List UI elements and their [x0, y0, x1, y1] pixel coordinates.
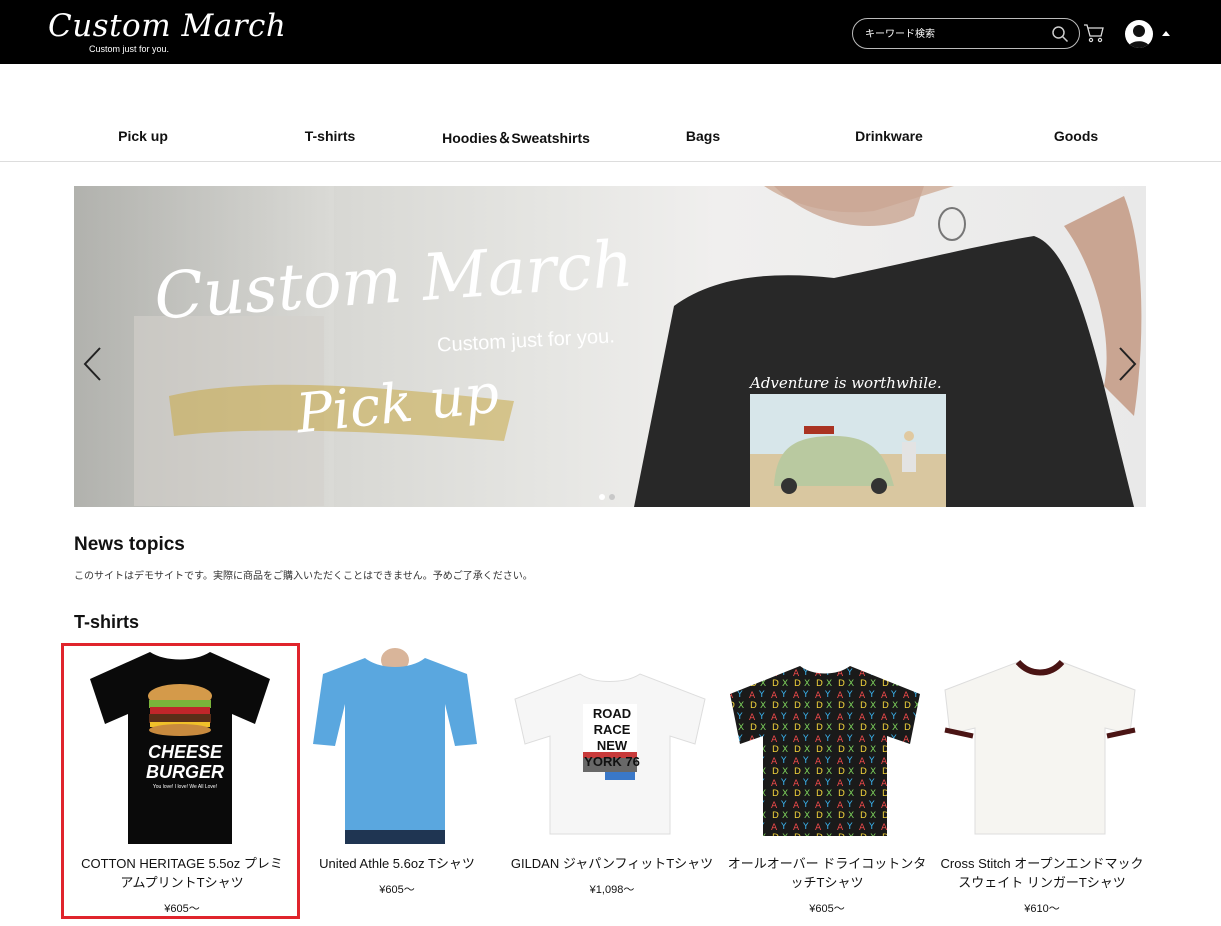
product-image: [944, 659, 1136, 835]
site-logo[interactable]: Custom March Custom just for you.: [48, 8, 286, 56]
site-header: Custom March Custom just for you.: [0, 0, 1221, 64]
search-icon[interactable]: [1051, 25, 1069, 43]
product-name[interactable]: Cross Stitch オープンエンドマックスウェイト リンガーTシャツ: [937, 854, 1147, 892]
nav-item-goods[interactable]: Goods: [1054, 128, 1098, 144]
carousel-next-icon[interactable]: [1116, 346, 1138, 382]
nav-item-pickup[interactable]: Pick up: [118, 128, 168, 144]
product-card[interactable]: A Y D X オールオーバー ドライコットンタッチTシャツ ¥605～: [722, 644, 932, 916]
cart-icon[interactable]: [1083, 22, 1105, 44]
user-avatar[interactable]: [1125, 20, 1153, 48]
carousel-dot-1[interactable]: [599, 494, 605, 500]
product-price: ¥605～: [809, 903, 845, 915]
product-card[interactable]: United Athle 5.6oz Tシャツ ¥605～: [292, 644, 502, 916]
nav-item-tshirts[interactable]: T-shirts: [305, 128, 356, 144]
search-input[interactable]: [865, 25, 1045, 43]
news-text: このサイトはデモサイトです。実際に商品をご購入いただくことはできません。予めご了…: [74, 571, 533, 582]
product-image: [313, 648, 477, 844]
nav-item-hoodies[interactable]: Hoodies＆Sweatshirts: [442, 128, 590, 148]
carousel-dots: [599, 487, 619, 505]
product-name[interactable]: United Athle 5.6oz Tシャツ: [292, 854, 502, 873]
product-card[interactable]: ROAD RACE NEW YORK 76 GILDAN ジャパンフィットTシャ…: [507, 644, 717, 916]
logo-tagline: Custom just for you.: [89, 44, 170, 54]
tshirts-heading: T-shirts: [74, 612, 140, 632]
product-name[interactable]: GILDAN ジャパンフィットTシャツ: [507, 854, 717, 873]
search-box: [852, 18, 1080, 49]
product-image: A Y D X: [730, 666, 920, 836]
news-heading: News topics: [74, 534, 185, 555]
user-icon: [1128, 25, 1150, 48]
nav-divider: [0, 161, 1221, 162]
product-price: ¥605～: [379, 884, 415, 896]
hero-carousel: Custom March Custom just for you. Pick u…: [74, 186, 1146, 507]
product-price: ¥1,098～: [589, 884, 635, 896]
selected-product-highlight: [61, 643, 300, 919]
product-price: ¥610～: [1024, 903, 1060, 915]
carousel-prev-icon[interactable]: [82, 346, 104, 382]
user-menu-caret-icon[interactable]: [1162, 31, 1170, 36]
product-print-text: ROAD RACE NEW YORK 76: [584, 706, 640, 769]
product-card[interactable]: Cross Stitch オープンエンドマックスウェイト リンガーTシャツ ¥6…: [937, 644, 1147, 916]
nav-item-bags[interactable]: Bags: [686, 128, 720, 144]
category-nav: Pick up T-shirts Hoodies＆Sweatshirts Bag…: [0, 120, 1221, 160]
hero-shirt-text: Adventure is worthwhile.: [750, 374, 942, 392]
nav-item-drinkware[interactable]: Drinkware: [855, 128, 923, 144]
logo-title: Custom March: [48, 8, 287, 44]
product-name[interactable]: オールオーバー ドライコットンタッチTシャツ: [722, 854, 932, 892]
carousel-dot-2[interactable]: [609, 494, 615, 500]
